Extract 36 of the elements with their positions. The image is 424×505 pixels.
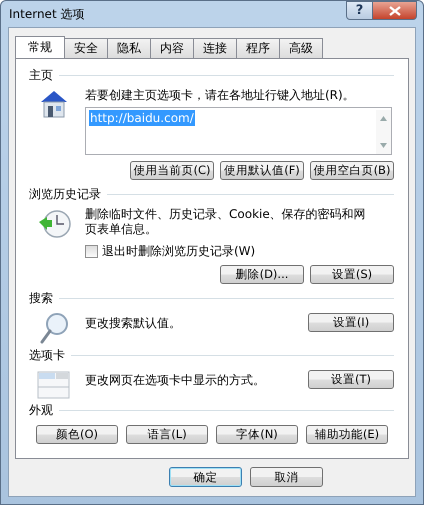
window-title: Internet 选项 <box>9 6 84 22</box>
search-description: 更改搜索默认值。 <box>85 315 182 331</box>
dialog-button[interactable]: 取消 <box>250 467 323 487</box>
appearance-button[interactable]: 辅助功能(E) <box>306 425 388 444</box>
dialog-button[interactable]: 确定 <box>169 467 242 487</box>
section-heading: 外观 <box>29 402 53 419</box>
search-settings-button[interactable]: 设置(I) <box>308 313 394 332</box>
appearance-button[interactable]: 字体(N) <box>216 425 298 444</box>
section-heading: 选项卡 <box>29 347 65 364</box>
history-button[interactable]: 设置(S) <box>310 265 394 284</box>
tab[interactable]: 内容 <box>150 38 194 58</box>
close-icon <box>388 6 400 16</box>
help-button[interactable]: ? <box>346 1 373 20</box>
tab[interactable]: 安全 <box>64 38 108 58</box>
appearance-button[interactable]: 语言(L) <box>126 425 208 444</box>
homepage-button[interactable]: 使用默认值(F) <box>220 161 304 180</box>
history-button[interactable]: 删除(D)... <box>220 265 304 284</box>
section-heading: 浏览历史记录 <box>29 186 101 203</box>
appearance-button[interactable]: 颜色(O) <box>36 425 118 444</box>
homepage-prompt: 若要创建主页选项卡，请在各地址行键入地址(R)。 <box>85 88 356 103</box>
scroll-bar[interactable] <box>376 110 391 154</box>
history-description: 删除临时文件、历史记录、Cookie、保存的密码和网页表单信息。 <box>85 207 367 237</box>
checkbox-label: 退出时删除浏览历史记录(W) <box>102 244 256 259</box>
section-heading: 搜索 <box>29 290 53 307</box>
close-button[interactable] <box>373 1 417 20</box>
tab[interactable]: 高级 <box>279 38 323 58</box>
tab[interactable]: 连接 <box>193 38 237 58</box>
section-heading: 主页 <box>29 67 53 84</box>
tabs-description: 更改网页在选项卡中显示的方式。 <box>85 372 266 388</box>
tab[interactable]: 程序 <box>236 38 280 58</box>
tabs-settings-button[interactable]: 设置(T) <box>308 370 394 389</box>
homepage-button[interactable]: 使用空白页(B) <box>310 161 394 180</box>
checkbox[interactable] <box>85 245 98 258</box>
tab[interactable]: 隐私 <box>107 38 151 58</box>
tab[interactable]: 常规 <box>15 36 65 58</box>
homepage-button[interactable]: 使用当前页(C) <box>130 161 214 180</box>
